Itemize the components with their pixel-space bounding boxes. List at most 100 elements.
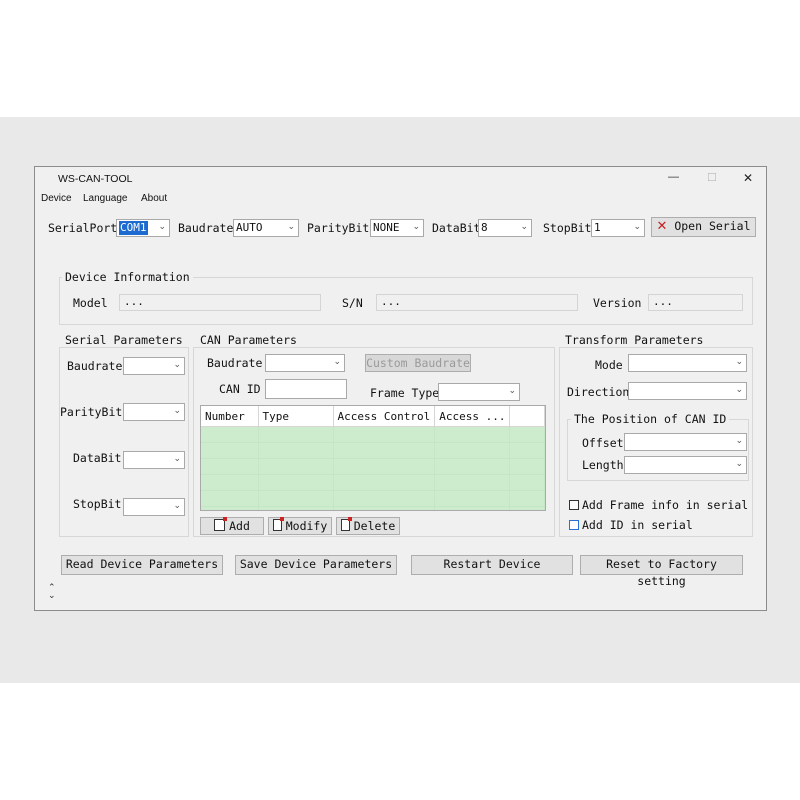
model-label: Model (73, 296, 108, 310)
menu-about[interactable]: About (141, 193, 167, 204)
databit-select[interactable]: 8 ⌄ (478, 219, 532, 237)
serial-databit-select[interactable]: ⌄ (123, 451, 185, 469)
open-serial-label: Open Serial (674, 219, 751, 233)
expand-toggle-icon[interactable]: ⌃ ⌄ (48, 584, 56, 601)
serial-stopbit-select[interactable]: ⌄ (123, 498, 185, 516)
minimize-button[interactable]: — (668, 171, 679, 183)
col-header-access-control[interactable]: Access Control (333, 406, 436, 427)
serialport-value: COM1 (119, 221, 148, 235)
frame-type-select[interactable]: ⌄ (438, 383, 520, 401)
red-x-icon: ✕ (656, 219, 668, 234)
window-title: WS-CAN-TOOL (58, 173, 133, 185)
add-button[interactable]: Add (200, 517, 264, 535)
read-device-parameters-button[interactable]: Read Device Parameters (61, 555, 223, 575)
delete-icon (340, 517, 352, 531)
chevron-down-icon: ⌄ (735, 357, 743, 367)
table-row[interactable] (201, 474, 545, 491)
paritybit-select[interactable]: NONE ⌄ (370, 219, 424, 237)
serialport-select[interactable]: COM1 ⌄ (116, 219, 170, 237)
length-label: Length (582, 458, 624, 472)
can-baudrate-select[interactable]: ⌄ (265, 354, 345, 372)
serial-databit-label: DataBit (73, 451, 122, 465)
serial-stopbit-label: StopBit (73, 497, 122, 511)
add-id-checkbox[interactable] (569, 520, 579, 530)
baudrate-select[interactable]: AUTO ⌄ (233, 219, 299, 237)
modify-button[interactable]: Modify (268, 517, 332, 535)
table-header-row: Number Type Access Control Access ... (201, 406, 545, 427)
serial-baudrate-select[interactable]: ⌄ (123, 357, 185, 375)
sn-label: S/N (342, 296, 363, 310)
restart-device-label: Restart Device (443, 557, 541, 571)
chevron-down-icon: ⌄ (333, 357, 341, 367)
delete-label: Delete (353, 519, 396, 533)
close-button[interactable]: ✕ (743, 171, 753, 185)
delete-button[interactable]: Delete (336, 517, 400, 535)
col-header-blank (509, 406, 545, 427)
col-header-access[interactable]: Access ... (434, 406, 511, 427)
chevron-down-icon: ⌄ (735, 385, 743, 395)
direction-select[interactable]: ⌄ (628, 382, 747, 400)
canid-position-title: The Position of CAN ID (571, 412, 730, 426)
can-id-grid: Number Type Access Control Access ... (201, 406, 545, 510)
version-value: ... (653, 295, 673, 308)
add-label: Add (229, 519, 250, 533)
length-select[interactable]: ⌄ (624, 456, 747, 474)
mode-select[interactable]: ⌄ (628, 354, 747, 372)
can-id-input[interactable] (265, 379, 347, 399)
baudrate-label: Baudrate (178, 221, 234, 235)
serial-paritybit-select[interactable]: ⌄ (123, 403, 185, 421)
can-params-title: CAN Parameters (197, 333, 300, 347)
version-field: ... (648, 294, 743, 311)
custom-baudrate-button[interactable]: Custom Baudrate (365, 354, 471, 372)
chevron-down-icon: ⌄ (412, 222, 420, 232)
chevron-down-icon: ⌄ (287, 222, 295, 232)
add-icon (214, 517, 228, 531)
save-device-parameters-label: Save Device Parameters (239, 557, 393, 571)
col-header-type[interactable]: Type (258, 406, 334, 427)
open-serial-button[interactable]: ✕ Open Serial (651, 217, 756, 237)
offset-select[interactable]: ⌄ (624, 433, 747, 451)
stopbit-label: StopBit (543, 221, 592, 235)
add-frame-info-checkbox[interactable] (569, 500, 579, 510)
version-label: Version (593, 296, 642, 310)
chevron-down-icon: ⌄ (173, 501, 181, 511)
sn-field: ... (376, 294, 578, 311)
direction-label: Direction (567, 385, 630, 399)
frame-type-label: Frame Type (370, 386, 440, 400)
chevron-down-icon: ⌄ (735, 436, 743, 446)
custom-baudrate-label: Custom Baudrate (366, 356, 470, 370)
col-header-number[interactable]: Number (201, 406, 259, 427)
chevron-down-icon: ⌄ (633, 222, 641, 232)
serial-baudrate-label: Baudrate (67, 359, 123, 373)
table-row[interactable] (201, 458, 545, 475)
menu-device[interactable]: Device (41, 193, 72, 204)
chevron-down-icon: ⌄ (735, 459, 743, 469)
can-baudrate-label: Baudrate (207, 356, 263, 370)
restart-device-button[interactable]: Restart Device (411, 555, 573, 575)
menu-language[interactable]: Language (83, 193, 128, 204)
sn-value: ... (381, 295, 401, 308)
maximize-button[interactable]: ☐ (707, 171, 717, 184)
add-id-label: Add ID in serial (582, 518, 693, 532)
table-row[interactable] (201, 506, 545, 510)
read-device-parameters-label: Read Device Parameters (65, 557, 219, 571)
table-row[interactable] (201, 426, 545, 443)
modify-label: Modify (285, 519, 328, 533)
chevron-down-icon: ⌄ (173, 454, 181, 464)
paritybit-value: NONE (373, 221, 400, 234)
table-row[interactable] (201, 490, 545, 507)
serial-params-title: Serial Parameters (62, 333, 186, 347)
reset-factory-button[interactable]: Reset to Factory setting (580, 555, 743, 588)
reset-factory-label: Reset to Factory setting (606, 557, 717, 588)
serialport-label: SerialPort (48, 221, 118, 235)
can-id-table[interactable]: Number Type Access Control Access ... (200, 405, 546, 511)
model-value: ... (124, 295, 144, 308)
baudrate-value: AUTO (236, 221, 263, 234)
modify-icon (272, 517, 284, 531)
save-device-parameters-button[interactable]: Save Device Parameters (235, 555, 397, 575)
serial-paritybit-label: ParityBit (60, 405, 123, 419)
model-field: ... (119, 294, 321, 311)
can-id-label: CAN ID (219, 382, 261, 396)
table-row[interactable] (201, 442, 545, 459)
stopbit-select[interactable]: 1 ⌄ (591, 219, 645, 237)
